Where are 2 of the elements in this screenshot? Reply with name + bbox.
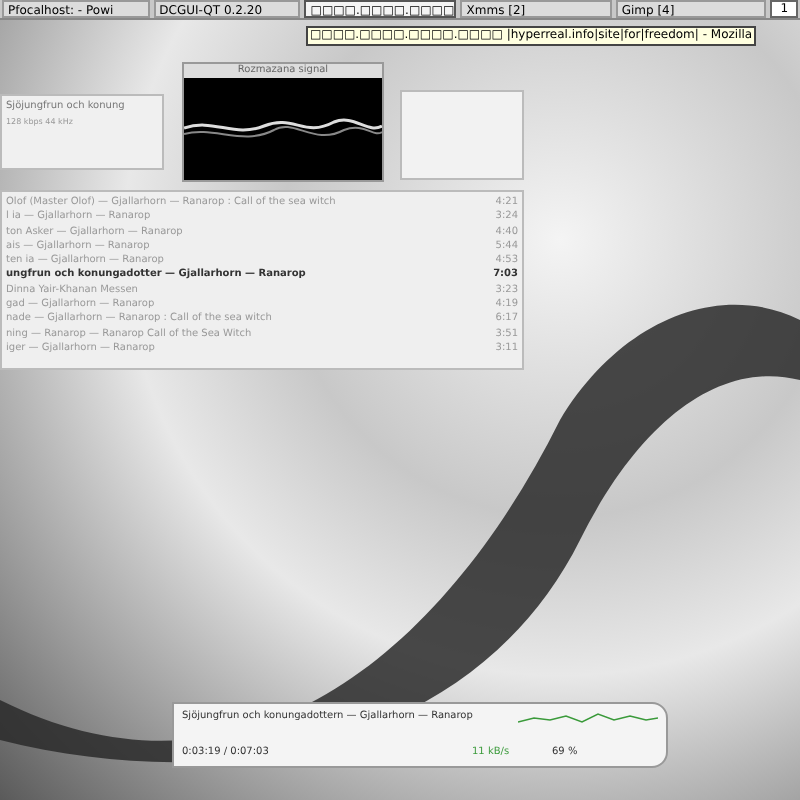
bandwidth-graph	[518, 710, 658, 726]
equalizer-window	[400, 90, 524, 180]
